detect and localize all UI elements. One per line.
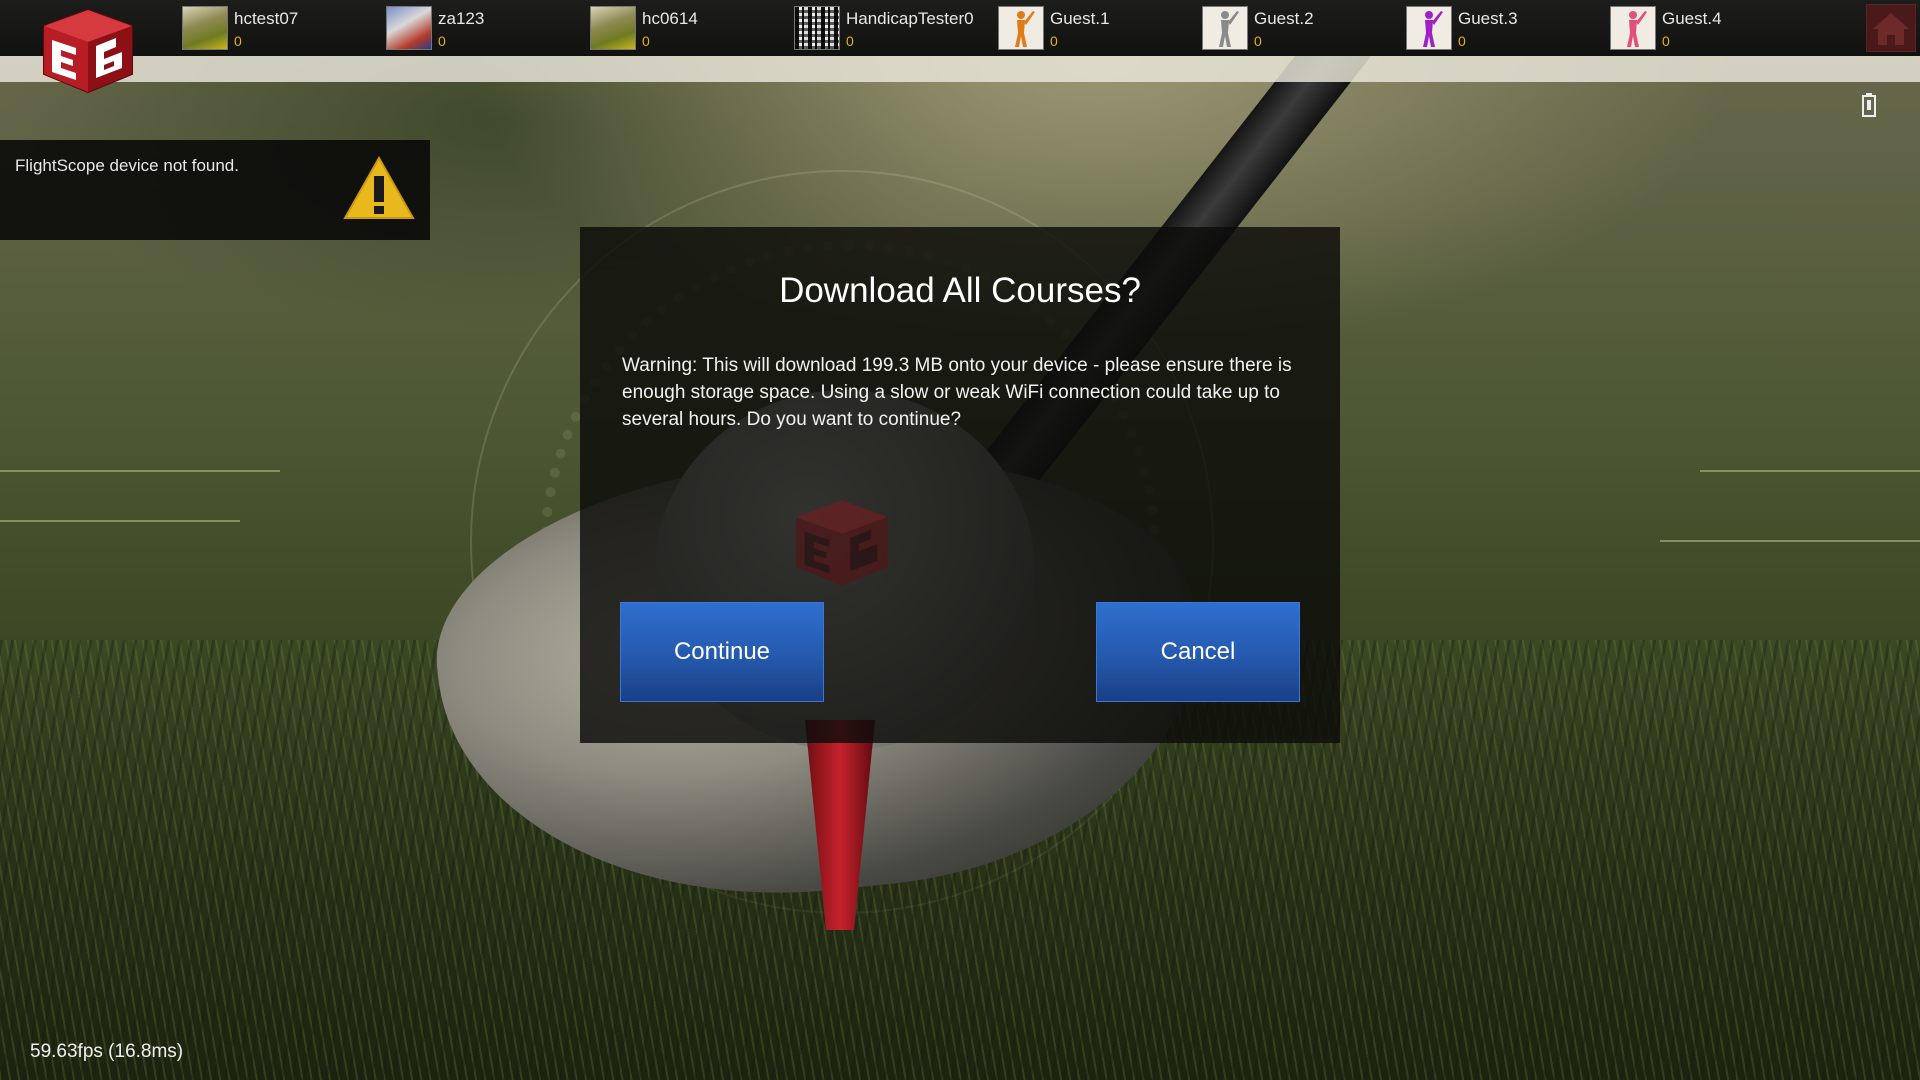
player-name: HandicapTester0 [846,9,974,28]
circuit-line [0,520,240,522]
continue-button[interactable]: Continue [620,602,824,702]
fps-counter: 59.63fps (16.8ms) [30,1041,184,1062]
player-score: 0 [642,33,650,49]
golfer-icon [998,6,1044,50]
player-score: 0 [1662,33,1670,49]
e6-logo-watermark [792,497,892,589]
player-avatar [386,6,432,50]
player-name: Guest.1 [1050,9,1110,28]
circuit-line [1700,470,1920,472]
circuit-line [1660,540,1920,542]
circuit-line [0,470,280,472]
player-name: za123 [438,9,485,28]
player-slot[interactable]: za123 0 [386,6,586,52]
player-score: 0 [438,33,446,49]
e6-logo[interactable] [40,8,136,94]
battery-icon [1862,93,1876,117]
player-avatar [182,6,228,50]
player-name: Guest.4 [1662,9,1722,28]
player-slot[interactable]: hc0614 0 [590,6,790,52]
player-slot[interactable]: Guest.1 0 [998,6,1198,52]
warning-icon [343,155,415,225]
notification-message: FlightScope device not found. [15,156,239,175]
player-slot[interactable]: hctest07 0 [182,6,382,52]
golfer-icon [1202,6,1248,50]
download-dialog: Download All Courses? Warning: This will… [580,227,1340,743]
cancel-button[interactable]: Cancel [1096,602,1300,702]
player-score: 0 [1458,33,1466,49]
player-score: 0 [234,33,242,49]
player-slot[interactable]: HandicapTester0 0 [794,6,994,52]
player-name: Guest.3 [1458,9,1518,28]
player-name: hctest07 [234,9,299,28]
home-button[interactable] [1866,4,1916,52]
player-score: 0 [846,33,854,49]
player-name: Guest.2 [1254,9,1314,28]
home-icon [1873,13,1909,45]
golfer-icon [1610,6,1656,50]
player-score: 0 [1050,33,1058,49]
top-bar: hctest07 0 za123 0 hc0614 0 HandicapTest… [0,0,1920,56]
player-score: 0 [1254,33,1262,49]
player-name: hc0614 [642,9,698,28]
player-slot[interactable]: Guest.3 0 [1406,6,1606,52]
sub-bar [0,56,1920,82]
dialog-title: Download All Courses? [779,271,1141,310]
player-avatar [590,6,636,50]
player-slot[interactable]: Guest.2 0 [1202,6,1402,52]
dialog-message: Warning: This will download 199.3 MB ont… [622,355,1292,430]
golfer-icon [1406,6,1452,50]
qr-avatar [794,6,840,50]
player-slot[interactable]: Guest.4 0 [1610,6,1810,52]
